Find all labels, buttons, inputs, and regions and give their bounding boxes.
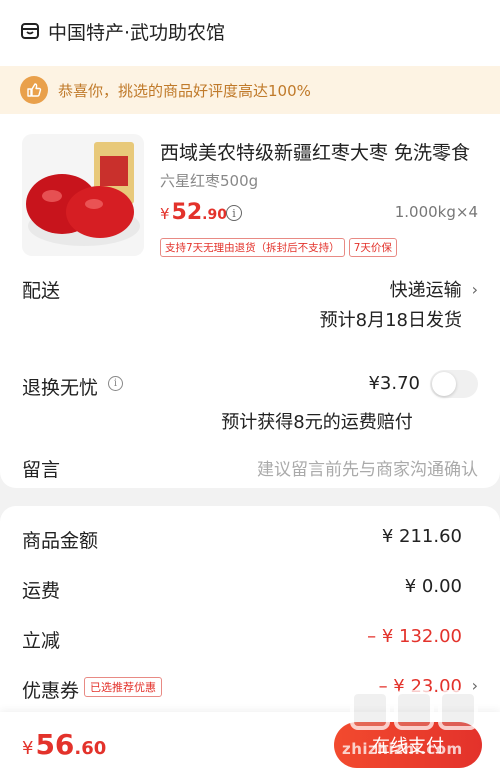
watermark-logo bbox=[350, 690, 478, 730]
price-protect-tag: 7天价保 bbox=[348, 238, 397, 257]
worry-free-label: 退换无忧 bbox=[22, 377, 99, 399]
shipping-label: 运费 bbox=[22, 580, 61, 602]
discount-value: – ¥ 132.00 bbox=[367, 626, 462, 647]
praise-banner: 恭喜你，挑选的商品好评度高达100% bbox=[0, 66, 500, 114]
goods-amount-label: 商品金额 bbox=[22, 530, 99, 552]
total-integer: 56 bbox=[35, 728, 75, 761]
product-spec: 六星红枣500g bbox=[160, 172, 259, 190]
chevron-right-icon: › bbox=[471, 279, 478, 299]
delivery-estimate: 预计8月18日发货 bbox=[319, 310, 462, 331]
message-label: 留言 bbox=[22, 459, 61, 481]
goods-amount-value: ¥ 211.60 bbox=[381, 526, 462, 547]
shop-name: 中国特产·武功助农馆 bbox=[48, 21, 226, 44]
banner-text: 恭喜你，挑选的商品好评度高达100% bbox=[58, 81, 311, 100]
product-price: ¥ 52 .90 bbox=[160, 200, 227, 225]
order-card: 中国特产·武功助农馆 恭喜你，挑选的商品好评度高达100% 西域美农特级新疆红枣… bbox=[0, 0, 500, 488]
message-input[interactable]: 建议留言前先与商家沟通确认 bbox=[257, 455, 478, 480]
service-tags: 支持7天无理由退货（拆封后不支持） 7天价保 bbox=[160, 238, 397, 257]
price-integer: 52 bbox=[171, 200, 203, 225]
total-symbol: ¥ bbox=[22, 738, 34, 759]
price-info-icon[interactable]: i bbox=[226, 205, 242, 221]
worry-free-price: ¥3.70 bbox=[368, 373, 420, 394]
delivery-method-text: 快递运输 bbox=[389, 280, 462, 301]
toggle-knob bbox=[432, 372, 456, 396]
worry-free-toggle[interactable] bbox=[430, 370, 478, 398]
worry-free-note: 预计获得8元的运费赔付 bbox=[0, 408, 500, 434]
discount-label: 立减 bbox=[22, 630, 61, 652]
delivery-label: 配送 bbox=[22, 280, 61, 302]
price-symbol: ¥ bbox=[160, 205, 170, 223]
total-decimal: .60 bbox=[74, 738, 107, 759]
return-policy-tag: 支持7天无理由退货（拆封后不支持） bbox=[160, 238, 345, 257]
coupon-label: 优惠券 bbox=[22, 680, 80, 702]
price-decimal: .90 bbox=[202, 207, 227, 223]
shipping-value: ¥ 0.00 bbox=[404, 576, 462, 597]
worry-free-info-icon[interactable]: i bbox=[108, 376, 123, 391]
product-quantity[interactable]: 1.000kg×4 bbox=[395, 203, 478, 221]
coupon-tag: 已选推荐优惠 bbox=[84, 677, 162, 697]
delivery-method[interactable]: 快递运输 › bbox=[390, 276, 478, 302]
total-price: ¥ 56 .60 bbox=[22, 728, 106, 761]
product-title[interactable]: 西域美农特级新疆红枣大枣 免洗零食 bbox=[160, 138, 480, 165]
watermark-url: zhizhizhi.com bbox=[342, 740, 463, 758]
shop-header[interactable]: 中国特产·武功助农馆 bbox=[20, 16, 225, 46]
store-icon bbox=[21, 23, 39, 39]
watermark: zhizhizhi.com bbox=[342, 690, 492, 766]
product-image[interactable] bbox=[22, 134, 144, 256]
thumbs-up-icon bbox=[20, 76, 48, 104]
worry-free-note-text: 预计获得8元的运费赔付 bbox=[221, 412, 413, 433]
